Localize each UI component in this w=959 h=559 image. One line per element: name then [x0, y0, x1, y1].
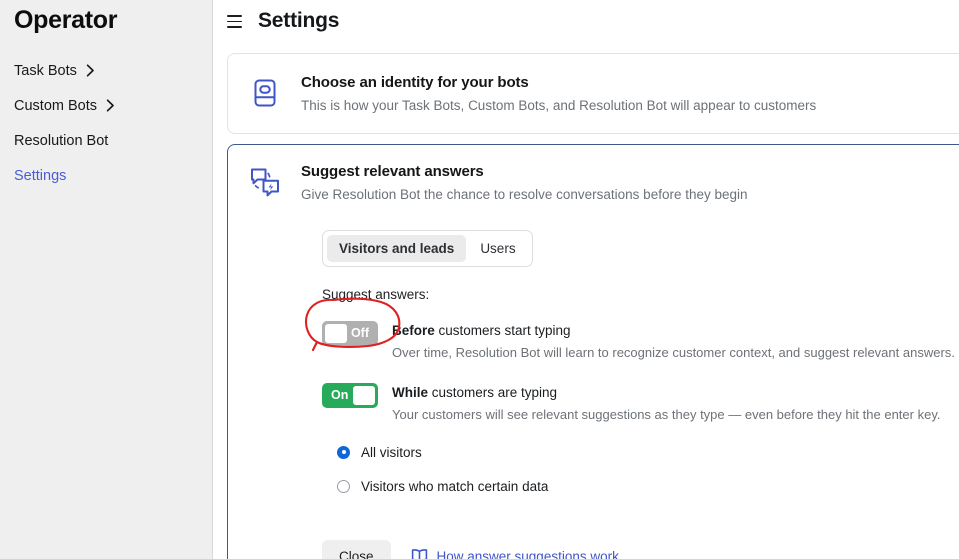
sidebar-item-label: Resolution Bot — [14, 132, 109, 149]
sidebar-item-label: Task Bots — [14, 62, 77, 79]
sidebar: Operator Task Bots Custom Bots Resolutio… — [0, 0, 213, 559]
before-typing-toggle[interactable]: Off — [322, 321, 378, 346]
before-typing-title: Before customers start typing — [392, 321, 955, 340]
radio-row-all-visitors[interactable]: All visitors — [337, 438, 959, 466]
audience-radio-group: All visitors Visitors who match certain … — [337, 438, 959, 500]
sidebar-item-label: Custom Bots — [14, 97, 97, 114]
settings-content: Choose an identity for your bots This is… — [213, 42, 959, 559]
identity-card[interactable]: Choose an identity for your bots This is… — [227, 53, 959, 134]
suggest-card-subtitle: Give Resolution Bot the chance to resolv… — [301, 187, 748, 202]
option-row-before-typing: Off Before customers start typing Over t… — [322, 320, 959, 362]
suggest-card-footer: Close How answer suggestions work — [322, 540, 959, 559]
how-answer-suggestions-work-link[interactable]: How answer suggestions work — [411, 548, 619, 559]
while-typing-title-rest: customers are typing — [428, 385, 558, 400]
radio-label-all-visitors: All visitors — [361, 444, 422, 460]
sidebar-item-custom-bots[interactable]: Custom Bots — [14, 88, 198, 123]
speech-bubbles-lightning-icon — [246, 163, 284, 201]
radio-row-matching-visitors[interactable]: Visitors who match certain data — [337, 472, 959, 500]
toggle-state-label: Off — [350, 326, 369, 340]
suggest-answers-label: Suggest answers: — [322, 287, 430, 302]
radio-label-matching-visitors: Visitors who match certain data — [361, 478, 549, 494]
sidebar-item-task-bots[interactable]: Task Bots — [14, 53, 198, 88]
page-title: Settings — [258, 9, 340, 32]
hamburger-menu-icon[interactable] — [227, 15, 242, 28]
chevron-right-icon — [86, 64, 95, 77]
topbar: Settings — [213, 0, 959, 42]
toggle-state-label: On — [331, 388, 349, 402]
brand-title: Operator — [14, 6, 118, 34]
suggest-card-text: Suggest relevant answers Give Resolution… — [301, 161, 748, 204]
help-link-label: How answer suggestions work — [436, 549, 619, 559]
main-area: Settings Choose an identity for your bot… — [213, 0, 959, 559]
while-typing-toggle[interactable]: On — [322, 383, 378, 408]
suggest-card-header: Suggest relevant answers Give Resolution… — [246, 161, 959, 204]
sidebar-item-settings[interactable]: Settings — [14, 158, 198, 193]
identity-card-text: Choose an identity for your bots This is… — [301, 72, 816, 115]
while-typing-text: While customers are typing Your customer… — [392, 382, 940, 424]
radio-matching-visitors[interactable] — [337, 479, 350, 493]
sidebar-item-label: Settings — [14, 167, 67, 184]
while-typing-title-bold: While — [392, 385, 428, 400]
suggest-card-title: Suggest relevant answers — [301, 163, 484, 180]
while-typing-description: Your customers will see relevant suggest… — [392, 407, 941, 422]
before-typing-title-rest: customers start typing — [434, 323, 571, 338]
while-typing-title: While customers are typing — [392, 383, 940, 402]
suggest-answers-card: Suggest relevant answers Give Resolution… — [227, 144, 959, 559]
bot-identity-icon — [246, 74, 284, 112]
radio-all-visitors[interactable] — [337, 445, 350, 459]
toggle-knob — [325, 324, 347, 343]
sidebar-nav: Task Bots Custom Bots Resolution Bot Set… — [14, 53, 198, 193]
toggle-knob — [353, 386, 375, 405]
open-book-icon — [411, 548, 428, 559]
before-typing-title-bold: Before — [392, 323, 435, 338]
tab-users[interactable]: Users — [468, 235, 527, 262]
identity-card-title: Choose an identity for your bots — [301, 74, 529, 91]
app-root: Operator Task Bots Custom Bots Resolutio… — [0, 0, 959, 559]
chevron-right-icon — [106, 99, 115, 112]
audience-segmented-control: Visitors and leads Users — [322, 230, 533, 267]
option-row-while-typing: On While customers are typing Your custo… — [322, 382, 959, 424]
sidebar-item-resolution-bot[interactable]: Resolution Bot — [14, 123, 198, 158]
close-button[interactable]: Close — [322, 540, 391, 559]
identity-card-subtitle: This is how your Task Bots, Custom Bots,… — [301, 98, 817, 113]
before-typing-description: Over time, Resolution Bot will learn to … — [392, 345, 955, 360]
before-typing-text: Before customers start typing Over time,… — [392, 320, 955, 362]
tab-visitors-and-leads[interactable]: Visitors and leads — [327, 235, 467, 262]
